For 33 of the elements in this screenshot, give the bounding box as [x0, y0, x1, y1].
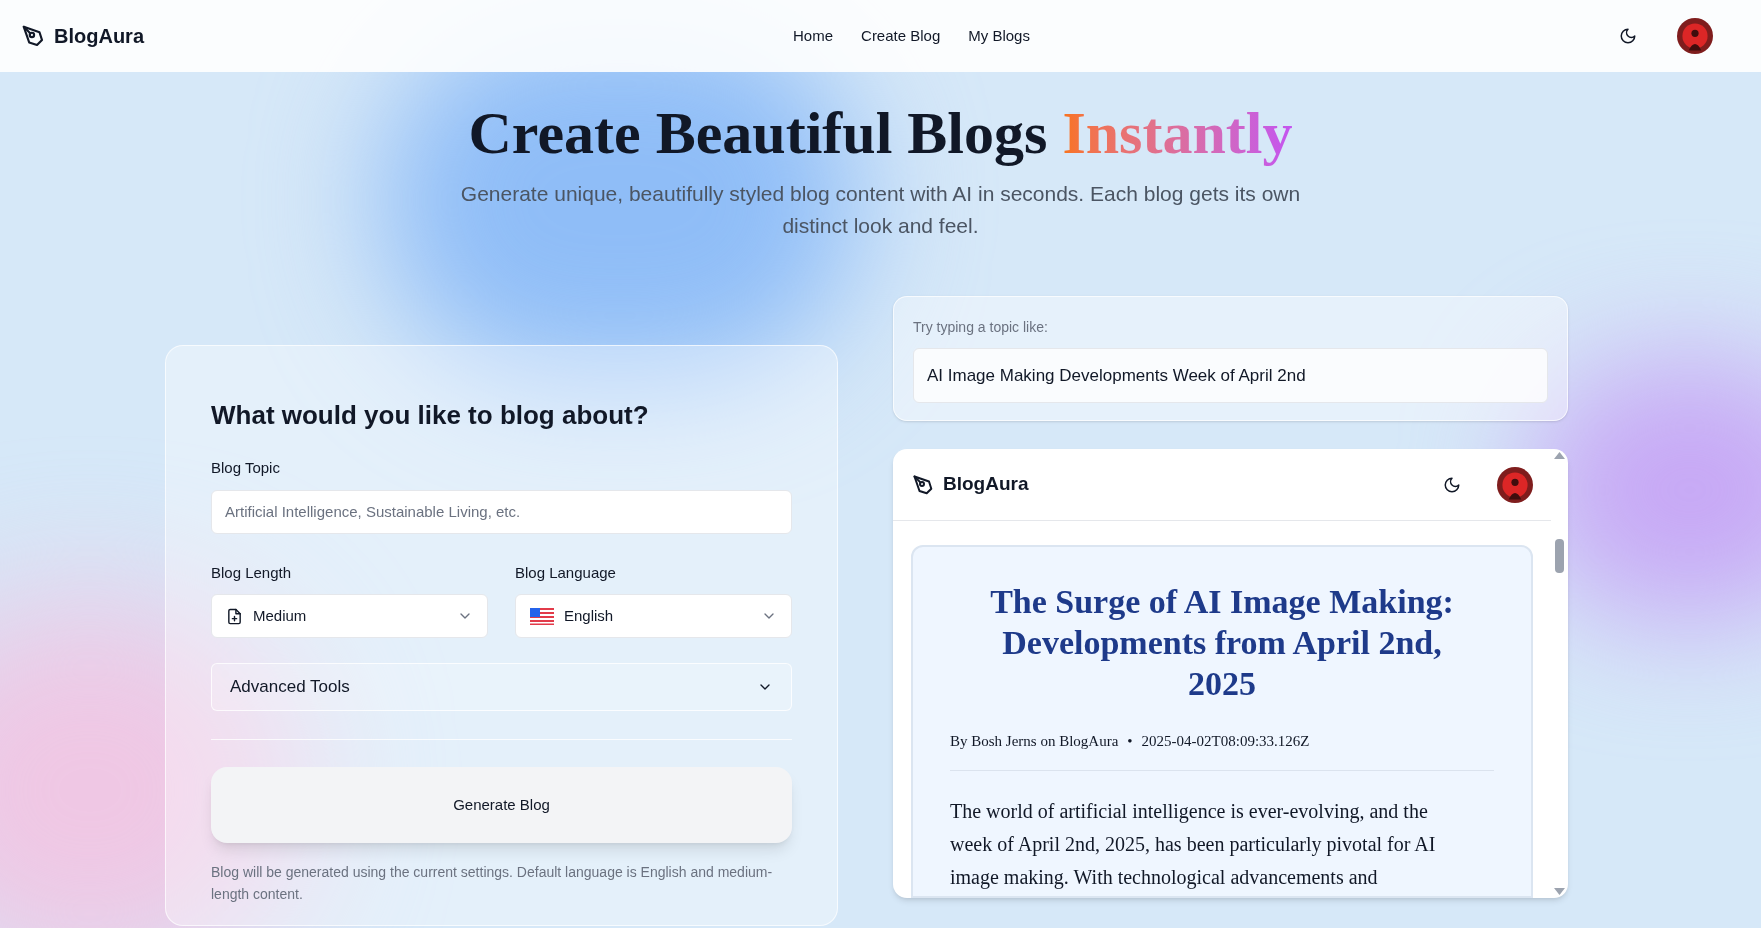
pen-nib-icon — [20, 23, 46, 49]
field-label: Blog Language — [515, 562, 617, 583]
page-title: Create Beautiful Blogs Instantly — [468, 100, 1293, 166]
nav-link[interactable]: My Blogs — [968, 24, 1030, 48]
topic-example-field[interactable]: AI Image Making Developments Week of April 2nd — [913, 348, 1548, 403]
file-plus-icon — [226, 607, 243, 625]
brand-logo-text: BlogAura — [943, 472, 1029, 497]
field-label: Blog Topic — [211, 458, 281, 478]
topic-input-field[interactable]: Artificial Intelligence, Sustainable Living, etc. — [211, 489, 792, 534]
generate-blog-button[interactable]: Generate Blog — [211, 767, 792, 843]
form-heading: What would you like to blog about? — [211, 399, 650, 432]
moon-icon[interactable] — [1443, 475, 1461, 494]
scrollbar-thumb[interactable] — [1555, 539, 1564, 573]
helper-text: Blog will be generated using the current settings. Default language is English and medium-length content. — [211, 863, 774, 904]
length-select[interactable]: Medium — [211, 594, 488, 638]
advanced-tools-toggle[interactable]: Advanced Tools — [211, 663, 792, 711]
article-byline: By Bosh Jerns on BlogAura — [950, 732, 1119, 751]
article-date: 2025-04-02T08:09:33.126Z — [1141, 732, 1310, 751]
language-select[interactable]: English — [515, 594, 792, 638]
field-label: Blog Length — [211, 562, 293, 583]
brand-logo-text[interactable]: BlogAura — [54, 21, 144, 51]
nav-link[interactable]: Create Blog — [861, 24, 941, 48]
article-body: The world of artificial intelligence is ever-evolving, and the week of April 2nd, 2025, has been particularly pivotal for AI image making. With technological advancements and — [950, 798, 1437, 891]
bullet-separator: • — [1127, 732, 1133, 751]
suggestion-label: Try typing a topic like: — [913, 318, 1049, 337]
nav-link[interactable]: Home — [793, 24, 834, 48]
moon-icon[interactable] — [1619, 27, 1637, 45]
avatar[interactable] — [1497, 466, 1533, 503]
article-title: The Surge of AI Image Making: Developments from April 2nd, 2025 — [989, 582, 1455, 704]
flag-icon — [530, 607, 554, 625]
avatar[interactable] — [1677, 18, 1713, 54]
page-subtitle: Generate unique, beautifully styled blog content with AI in seconds. Each blog gets its own distinct look and feel. — [460, 181, 1301, 239]
pen-nib-icon — [911, 472, 935, 497]
